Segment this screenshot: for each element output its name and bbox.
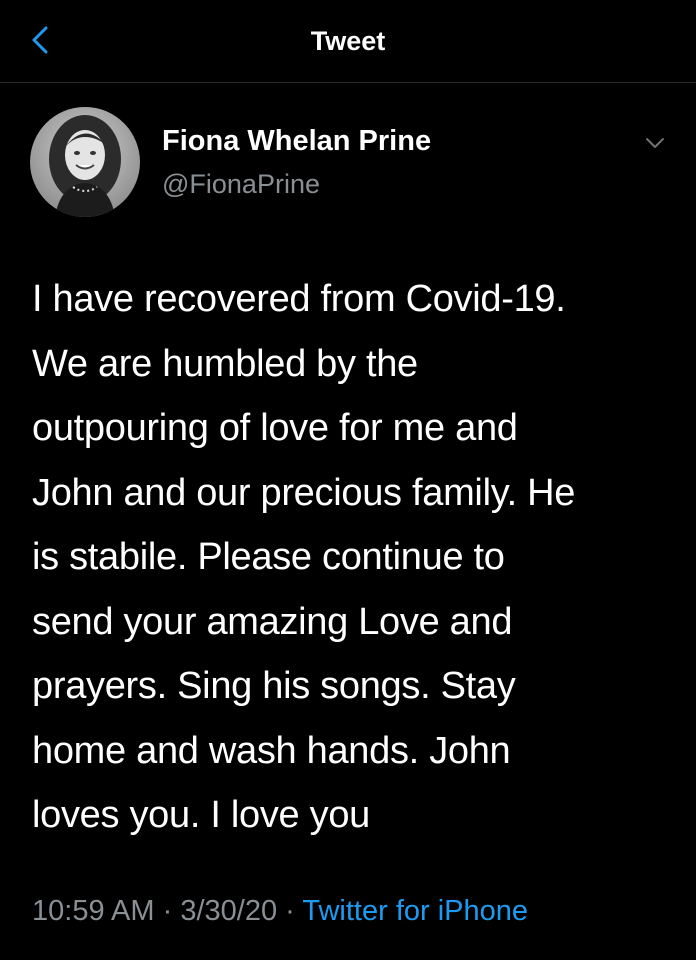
page-title: Tweet — [310, 26, 386, 56]
tweet-source-link[interactable]: Twitter for iPhone — [302, 895, 528, 927]
tweet-text: I have recovered from Covid-19. We are h… — [32, 278, 576, 836]
tweet-time: 10:59 AM — [32, 895, 155, 927]
tweet-menu-button[interactable] — [642, 133, 668, 153]
avatar-image — [30, 107, 140, 217]
tweet-meta: 10:59 AM · 3/30/20 · Twitter for iPhone — [32, 895, 528, 928]
avatar[interactable] — [30, 107, 140, 217]
meta-separator: · — [162, 895, 173, 927]
author-handle[interactable]: @FionaPrine — [162, 169, 320, 200]
chevron-down-icon — [646, 138, 664, 148]
tweet-detail: Fiona Whelan Prine @FionaPrine I have re… — [0, 83, 696, 960]
author-name[interactable]: Fiona Whelan Prine — [162, 125, 431, 158]
tweet-date: 3/30/20 — [180, 895, 278, 927]
meta-separator-2: · — [285, 895, 295, 927]
top-bar: Tweet — [0, 0, 696, 83]
